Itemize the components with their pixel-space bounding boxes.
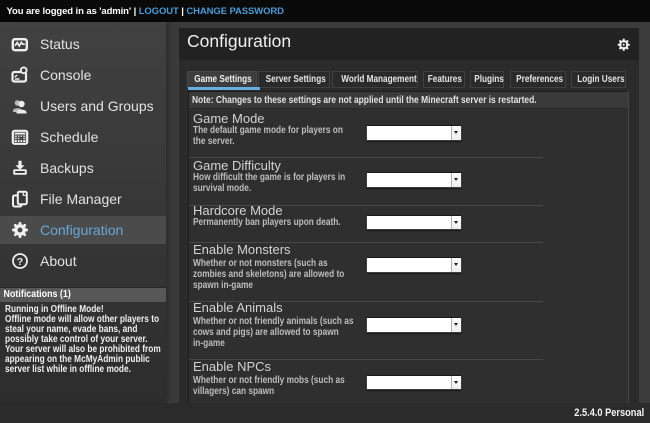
svg-text:?: ? bbox=[16, 256, 22, 268]
